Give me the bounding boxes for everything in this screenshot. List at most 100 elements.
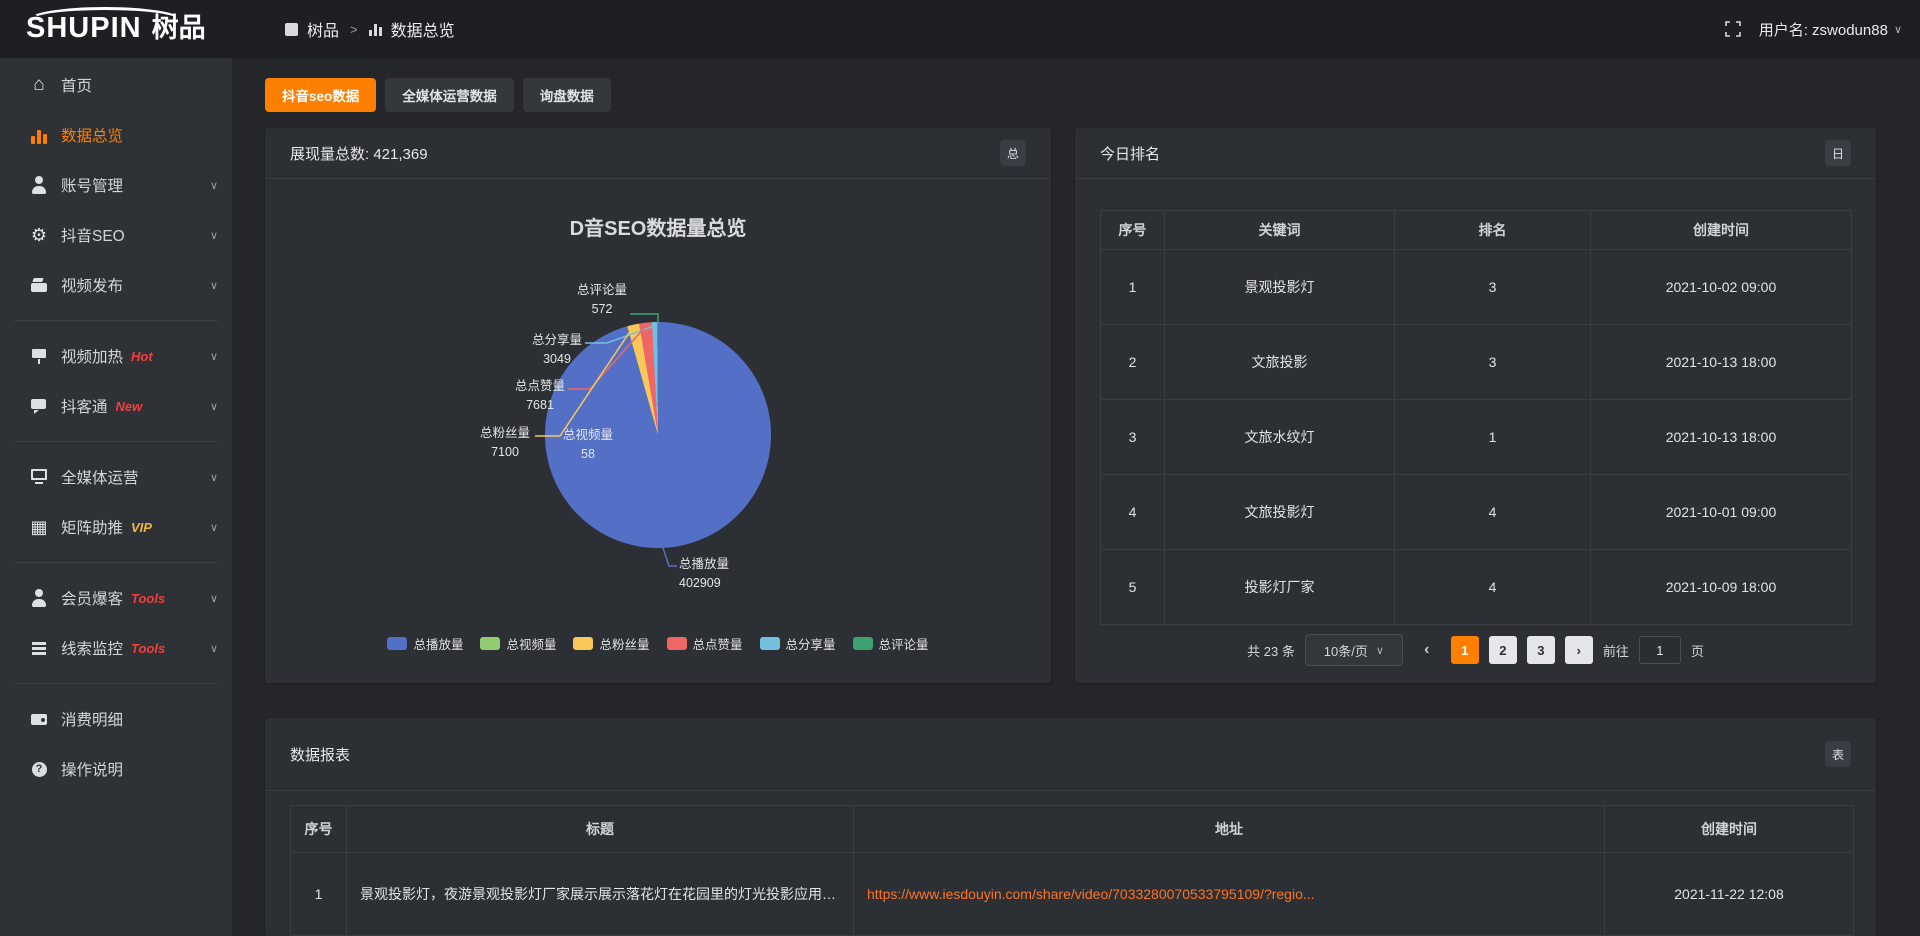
report-card-header: 数据报表 表 [265,718,1876,791]
legend-item-plays[interactable]: 总播放量 [387,634,463,653]
tab-all-media-data[interactable]: 全媒体运营数据 [385,78,514,112]
sidebar-item-douyin-seo[interactable]: ⚙ 抖音SEO [0,210,232,260]
question-icon [30,760,48,778]
prev-page-button[interactable]: ‹ [1413,636,1441,664]
user-icon [30,589,48,607]
new-badge: New [116,399,143,414]
sidebar-item-account[interactable]: 账号管理 [0,160,232,210]
user-menu[interactable]: 用户名: zswodun88 [1759,19,1902,40]
cell-no: 1 [291,853,347,936]
tools-badge: Tools [131,591,165,606]
next-page-button[interactable]: › [1565,636,1593,664]
tab-inquiry-data[interactable]: 询盘数据 [523,78,611,112]
ranking-card: 今日排名 日 序号 关键词 排名 创建时间 1 景观投影灯 3 2021-10-… [1075,128,1876,683]
home-icon: ⌂ [30,76,48,94]
tab-douyin-seo-data[interactable]: 抖音seo数据 [265,78,376,112]
logo-arc [28,7,182,33]
chevron-down-icon [210,229,218,242]
breadcrumb: 树品 > 数据总览 [285,0,455,58]
cell-no: 3 [1101,400,1165,475]
app-square-icon [285,23,298,36]
cell-rank: 1 [1395,400,1591,475]
top-bar: SHUPIN 树品 树品 > 数据总览 用户名: zswodun88 [0,0,1920,58]
sidebar-item-douketong[interactable]: 抖客通 New [0,381,232,431]
page-size-select[interactable]: 10条/页 [1305,634,1403,666]
overview-card-header: 展现量总数: 421,369 总 [265,128,1051,179]
legend-item-comments[interactable]: 总评论量 [853,634,929,653]
chevron-down-icon [210,521,218,534]
fullscreen-icon[interactable] [1725,21,1741,37]
sidebar-item-consumption-detail[interactable]: 消费明细 [0,694,232,744]
cell-created: 2021-10-13 18:00 [1591,400,1852,475]
sidebar-item-video-publish[interactable]: 视频发布 [0,260,232,310]
page-button-2[interactable]: 2 [1489,636,1517,664]
sidebar-item-help[interactable]: 操作说明 [0,744,232,794]
cell-title: 景观投影灯，夜游景观投影灯厂家展示展示落花灯在花园里的灯光投影应用效果 # [347,853,854,936]
chart-title: D音SEO数据量总览 [265,212,1051,241]
topbar-right: 用户名: zswodun88 [1725,0,1902,58]
chevron-down-icon [210,179,218,192]
cell-no: 5 [1101,550,1165,625]
pie-label-videos: 总视频量 58 [528,426,648,464]
sidebar-item-home[interactable]: ⌂ 首页 [0,60,232,110]
legend-item-fans[interactable]: 总粉丝量 [573,634,649,653]
table-row: 2 文旅投影 3 2021-10-13 18:00 [1101,325,1852,400]
wallet-icon [30,710,48,728]
chevron-down-icon [210,400,218,413]
col-header-created: 创建时间 [1591,211,1852,250]
screen-icon [30,347,48,365]
sidebar-item-all-media[interactable]: 全媒体运营 [0,452,232,502]
user-icon [30,176,48,194]
sidebar-item-clue-monitor[interactable]: 线索监控 Tools [0,623,232,673]
cell-keyword: 景观投影灯 [1165,250,1395,325]
pie-label-shares: 总分享量 3049 [497,331,617,369]
col-header-title: 标题 [347,806,854,853]
breadcrumb-root[interactable]: 树品 [307,17,339,41]
cell-rank: 3 [1395,250,1591,325]
bar-chart-icon [369,23,382,36]
breadcrumb-current[interactable]: 数据总览 [391,17,455,41]
table-row: 4 文旅投影灯 4 2021-10-01 09:00 [1101,475,1852,550]
table-row: 3 文旅水纹灯 1 2021-10-13 18:00 [1101,400,1852,475]
day-badge-button[interactable]: 日 [1825,140,1851,166]
table-row: 1 景观投影灯 3 2021-10-02 09:00 [1101,250,1852,325]
sliders-icon [30,639,48,657]
legend-item-videos[interactable]: 总视频量 [480,634,556,653]
goto-page-input[interactable] [1639,636,1681,664]
col-header-rank: 排名 [1395,211,1591,250]
cell-created: 2021-10-01 09:00 [1591,475,1852,550]
page-button-3[interactable]: 3 [1527,636,1555,664]
cell-rank: 3 [1395,325,1591,400]
table-badge-button[interactable]: 表 [1825,741,1851,767]
pie-label-likes: 总点赞量 7681 [480,377,600,415]
sidebar-item-data-overview[interactable]: 数据总览 [0,110,232,160]
video-url-link[interactable]: https://www.iesdouyin.com/share/video/70… [867,886,1315,902]
cell-created: 2021-11-22 12:08 [1605,853,1854,936]
cell-created: 2021-10-09 18:00 [1591,550,1852,625]
total-badge-button[interactable]: 总 [1000,140,1026,166]
cell-no: 1 [1101,250,1165,325]
chevron-down-icon [1894,23,1902,36]
impressions-total-label: 展现量总数: [290,146,369,163]
legend-swatch [760,637,780,650]
col-header-no: 序号 [291,806,347,853]
sidebar-item-matrix-boost[interactable]: ▦ 矩阵助推 VIP [0,502,232,552]
chevron-down-icon [210,471,218,484]
page-button-1[interactable]: 1 [1451,636,1479,664]
legend-swatch [387,637,407,650]
sidebar-item-video-heat[interactable]: 视频加热 Hot [0,331,232,381]
vip-badge: VIP [131,520,152,535]
legend-item-likes[interactable]: 总点赞量 [667,634,743,653]
cell-keyword: 投影灯厂家 [1165,550,1395,625]
monitor-icon [30,468,48,486]
legend-item-shares[interactable]: 总分享量 [760,634,836,653]
table-row: 1 景观投影灯，夜游景观投影灯厂家展示展示落花灯在花园里的灯光投影应用效果 # … [291,853,1854,936]
report-table: 序号 标题 地址 创建时间 1 景观投影灯，夜游景观投影灯厂家展示展示落花灯在花… [290,805,1854,936]
impressions-total-value: 421,369 [373,146,427,163]
sidebar-item-member-burst[interactable]: 会员爆客 Tools [0,573,232,623]
pie-label-plays: 总播放量 402909 [645,555,765,593]
sidebar-divider [14,441,218,442]
tools-badge: Tools [131,641,165,656]
video-title-text: 景观投影灯，夜游景观投影灯厂家展示展示落花灯在花园里的灯光投影应用效果 # [348,884,852,904]
grid-icon: ▦ [30,518,48,536]
